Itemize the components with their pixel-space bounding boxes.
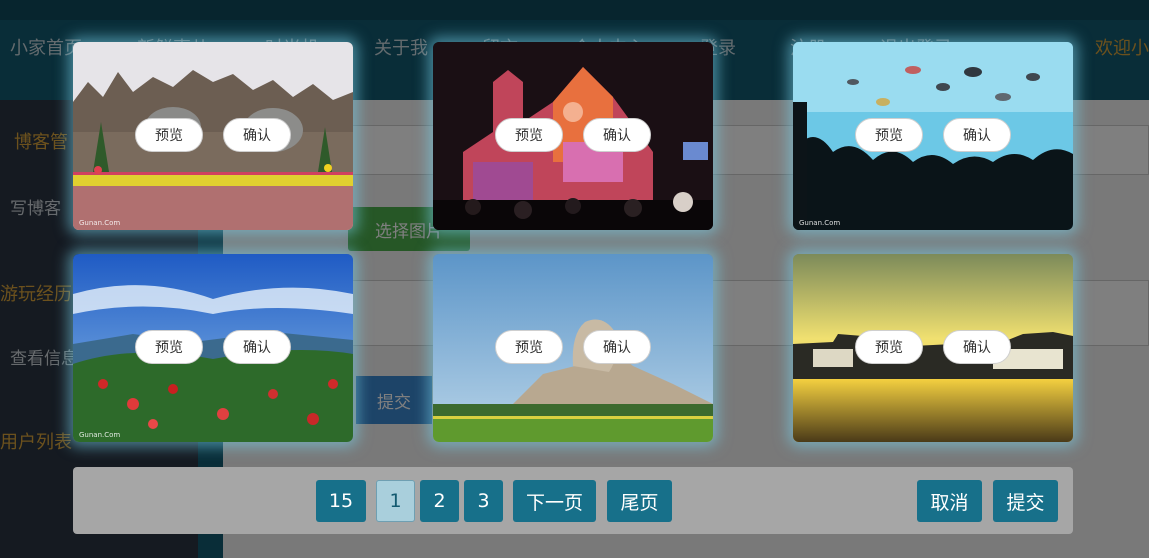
- image-card[interactable]: 预览 确认: [793, 254, 1073, 442]
- preview-button[interactable]: 预览: [855, 118, 923, 152]
- cancel-button[interactable]: 取消: [917, 480, 982, 522]
- preview-button[interactable]: 预览: [135, 330, 203, 364]
- total-count-badge: 15: [316, 480, 366, 522]
- next-page-button[interactable]: 下一页: [513, 480, 596, 522]
- preview-button[interactable]: 预览: [855, 330, 923, 364]
- image-card[interactable]: Gunan.Com 预览 确认: [73, 254, 353, 442]
- image-card[interactable]: Gunan.Com 预览 确认: [73, 42, 353, 230]
- sunset-river-photo: [793, 254, 1073, 442]
- last-page-button[interactable]: 尾页: [607, 480, 672, 522]
- aquarium-crowd-photo: [793, 42, 1073, 230]
- picker-submit-button[interactable]: 提交: [993, 480, 1058, 522]
- watermark-text: Gunan.Com: [79, 219, 121, 227]
- mao-statue-photo: [433, 254, 713, 442]
- preview-button[interactable]: 预览: [135, 118, 203, 152]
- preview-button[interactable]: 预览: [495, 118, 563, 152]
- elephant-park-photo: [73, 42, 353, 230]
- confirm-button[interactable]: 确认: [583, 330, 651, 364]
- confirm-button[interactable]: 确认: [943, 118, 1011, 152]
- image-card[interactable]: 预览 确认: [433, 254, 713, 442]
- church-light-show-photo: [433, 42, 713, 230]
- confirm-button[interactable]: 确认: [583, 118, 651, 152]
- image-card[interactable]: Gunan.Com 预览 确认: [793, 42, 1073, 230]
- confirm-button[interactable]: 确认: [943, 330, 1011, 364]
- page-button-1[interactable]: 1: [376, 480, 415, 522]
- preview-button[interactable]: 预览: [495, 330, 563, 364]
- page-button-2[interactable]: 2: [420, 480, 459, 522]
- confirm-button[interactable]: 确认: [223, 118, 291, 152]
- watermark-text: Gunan.Com: [799, 219, 841, 227]
- confirm-button[interactable]: 确认: [223, 330, 291, 364]
- page-button-3[interactable]: 3: [464, 480, 503, 522]
- mountain-flowers-photo: [73, 254, 353, 442]
- picker-footer: 15 1 2 3 下一页 尾页 取消 提交: [73, 467, 1073, 534]
- image-card[interactable]: 预览 确认: [433, 42, 713, 230]
- watermark-text: Gunan.Com: [79, 431, 121, 439]
